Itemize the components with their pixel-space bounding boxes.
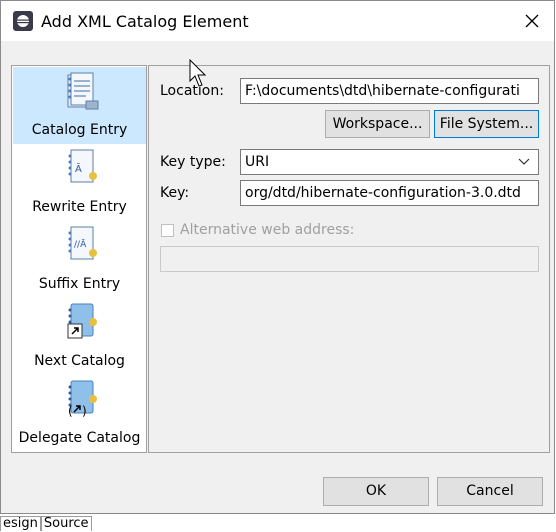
- nav-label: Rewrite Entry: [32, 199, 127, 215]
- close-button[interactable]: [510, 1, 554, 41]
- chevron-down-icon: [518, 158, 530, 165]
- key-input[interactable]: org/dtd/hibernate-configuration-3.0.dtd: [240, 180, 539, 206]
- background-tab-design[interactable]: esign: [0, 516, 41, 531]
- alt-web-address-checkbox[interactable]: [161, 224, 174, 237]
- nav-label: Delegate Catalog: [18, 430, 141, 446]
- svg-text://Ȃ: //Ȃ: [74, 239, 87, 250]
- dialog-title: Add XML Catalog Element: [41, 12, 249, 31]
- svg-text:): ): [82, 404, 87, 418]
- key-input-value: org/dtd/hibernate-configuration-3.0.dtd: [245, 185, 521, 201]
- mouse-cursor-icon: [189, 59, 207, 87]
- svg-text:Ā: Ā: [75, 162, 82, 175]
- nav-label: Next Catalog: [34, 353, 125, 369]
- next-catalog-icon: [67, 303, 97, 339]
- nav-item-delegate-catalog[interactable]: ( ) Delegate Catalog: [13, 375, 146, 452]
- close-icon: [525, 14, 539, 28]
- delegate-catalog-icon: ( ): [68, 380, 97, 418]
- file-system-button[interactable]: File System...: [434, 110, 539, 138]
- location-input[interactable]: F:\documents\dtd\hibernate-configurati: [240, 78, 539, 104]
- nav-item-rewrite-entry[interactable]: Ā Rewrite Entry: [13, 144, 146, 221]
- nav-item-catalog-entry[interactable]: Catalog Entry: [13, 67, 146, 144]
- catalog-entry-icon: [67, 72, 98, 110]
- background-editor-tabs: esign Source: [0, 516, 92, 532]
- ok-button[interactable]: OK: [323, 477, 429, 506]
- entry-form-panel: Location: F:\documents\dtd\hibernate-con…: [148, 65, 550, 453]
- key-label: Key:: [160, 185, 190, 201]
- alt-web-address-label: Alternative web address:: [180, 222, 355, 238]
- nav-label: Catalog Entry: [31, 122, 128, 138]
- alt-web-address-input[interactable]: [160, 246, 539, 272]
- svg-text:(: (: [68, 404, 73, 418]
- key-type-select[interactable]: URI: [240, 149, 539, 175]
- background-tab-source[interactable]: Source: [40, 516, 92, 531]
- rewrite-entry-icon: Ā: [68, 149, 97, 183]
- nav-item-suffix-entry[interactable]: //Ȃ Suffix Entry: [13, 221, 146, 298]
- workspace-button[interactable]: Workspace...: [325, 110, 430, 138]
- key-type-label: Key type:: [160, 154, 226, 170]
- nav-item-next-catalog[interactable]: Next Catalog: [13, 298, 146, 375]
- eclipse-app-icon: [13, 11, 33, 31]
- cancel-button[interactable]: Cancel: [437, 477, 543, 506]
- add-xml-catalog-dialog: Add XML Catalog Element Catalog Entry Ā: [0, 0, 555, 514]
- nav-label: Suffix Entry: [38, 276, 121, 292]
- key-type-value: URI: [245, 154, 270, 170]
- suffix-entry-icon: //Ȃ: [68, 226, 97, 260]
- title-bar: Add XML Catalog Element: [1, 1, 554, 41]
- element-type-list: Catalog Entry Ā Rewrite Entry //Ȃ Suffix…: [11, 65, 147, 453]
